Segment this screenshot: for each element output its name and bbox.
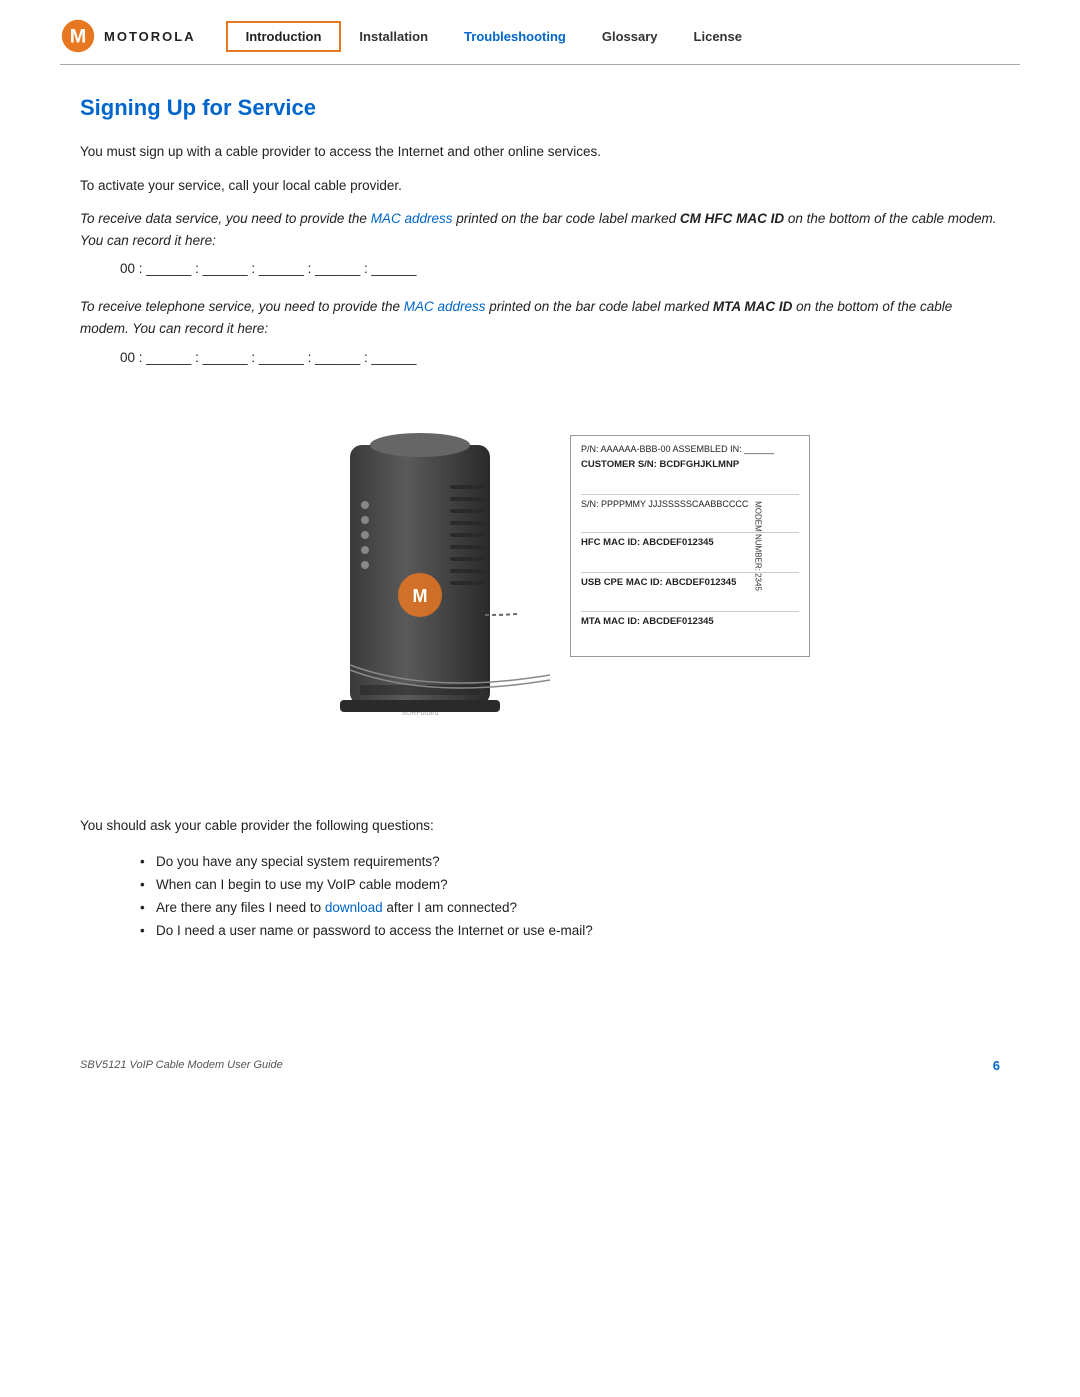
italic2-bold: MTA MAC ID xyxy=(713,299,792,314)
label-divider-3 xyxy=(581,572,799,573)
italic2-pre: To receive telephone service, you need t… xyxy=(80,299,404,314)
label-hfc: HFC MAC ID: ABCDEF012345 xyxy=(581,537,799,549)
tab-troubleshooting[interactable]: Troubleshooting xyxy=(446,23,584,50)
svg-text:M: M xyxy=(70,25,86,47)
label-card: P/N: AAAAAA-BBB-00 ASSEMBLED IN: ______ … xyxy=(570,435,810,658)
barcode-4 xyxy=(581,593,799,607)
download-link[interactable]: download xyxy=(325,900,383,915)
mac-address-link-2[interactable]: MAC address xyxy=(404,299,486,314)
label-outer: P/N: AAAAAA-BBB-00 ASSEMBLED IN: ______ … xyxy=(570,435,810,658)
header: M MOTOROLA Introduction Installation Tro… xyxy=(0,0,1080,54)
main-content: Signing Up for Service You must sign up … xyxy=(0,65,1080,998)
italic1-bold: CM HFC MAC ID xyxy=(680,211,784,226)
list-item-1: Do you have any special system requireme… xyxy=(140,851,1000,874)
label-usb: USB CPE MAC ID: ABCDEF012345 xyxy=(581,577,799,589)
italic-para1: To receive data service, you need to pro… xyxy=(80,208,1000,251)
label-sn: CUSTOMER S/N: BCDFGHJKLMNP xyxy=(581,459,799,471)
page-title: Signing Up for Service xyxy=(80,95,1000,121)
label-divider-4 xyxy=(581,611,799,612)
tab-glossary[interactable]: Glossary xyxy=(584,23,676,50)
motorola-logo: M MOTOROLA xyxy=(60,18,196,54)
device-image-container: M SURFboard P/N: AAAAAA-BBB-00 ASSEMBLED… xyxy=(260,385,820,785)
barcode-2 xyxy=(581,514,799,528)
label-divider-2 xyxy=(581,532,799,533)
label-pn: P/N: AAAAAA-BBB-00 ASSEMBLED IN: ______ xyxy=(581,444,799,456)
italic1-pre: To receive data service, you need to pro… xyxy=(80,211,371,226)
italic2-post: printed on the bar code label marked xyxy=(486,299,713,314)
tab-installation[interactable]: Installation xyxy=(341,23,446,50)
record-line-1: 00 : ______ : ______ : ______ : ______ :… xyxy=(120,261,1000,276)
list-item-2: When can I begin to use my VoIP cable mo… xyxy=(140,874,1000,897)
label-divider-1 xyxy=(581,494,799,495)
questions-intro: You should ask your cable provider the f… xyxy=(80,815,1000,837)
list-item-4: Do I need a user name or password to acc… xyxy=(140,920,1000,943)
footer: SBV5121 VoIP Cable Modem User Guide 6 xyxy=(0,1038,1080,1083)
device-section: M SURFboard P/N: AAAAAA-BBB-00 ASSEMBLED… xyxy=(80,385,1000,785)
bullet-list: Do you have any special system requireme… xyxy=(140,851,1000,943)
list-item-3: Are there any files I need to download a… xyxy=(140,897,1000,920)
barcode-1 xyxy=(581,476,799,490)
navigation: Introduction Installation Troubleshootin… xyxy=(226,21,760,52)
footer-left: SBV5121 VoIP Cable Modem User Guide xyxy=(80,1059,283,1071)
tab-license[interactable]: License xyxy=(676,23,760,50)
tab-introduction[interactable]: Introduction xyxy=(226,21,342,52)
barcode-5 xyxy=(581,632,799,646)
label-mta: MTA MAC ID: ABCDEF012345 xyxy=(581,616,799,628)
barcode-3 xyxy=(581,554,799,568)
modem-number: MODEM NUMBER: 2345 xyxy=(754,501,763,591)
para2: To activate your service, call your loca… xyxy=(80,175,1000,197)
label-sn2: S/N: PPPPMMY JJJSSSSSCAABBCCCC xyxy=(581,499,799,511)
motorola-wordmark: MOTOROLA xyxy=(104,29,196,44)
list-item-3-pre: Are there any files I need to xyxy=(156,900,325,915)
motorola-m-icon: M xyxy=(60,18,96,54)
para1: You must sign up with a cable provider t… xyxy=(80,141,1000,163)
footer-page: 6 xyxy=(993,1058,1000,1073)
svg-text:M: M xyxy=(413,586,428,606)
mac-address-link-1[interactable]: MAC address xyxy=(371,211,453,226)
list-item-3-post: after I am connected? xyxy=(383,900,517,915)
callout-lines xyxy=(350,645,610,705)
record-line-2: 00 : ______ : ______ : ______ : ______ :… xyxy=(120,350,1000,365)
italic1-post: printed on the bar code label marked xyxy=(452,211,679,226)
italic-para2: To receive telephone service, you need t… xyxy=(80,296,1000,339)
